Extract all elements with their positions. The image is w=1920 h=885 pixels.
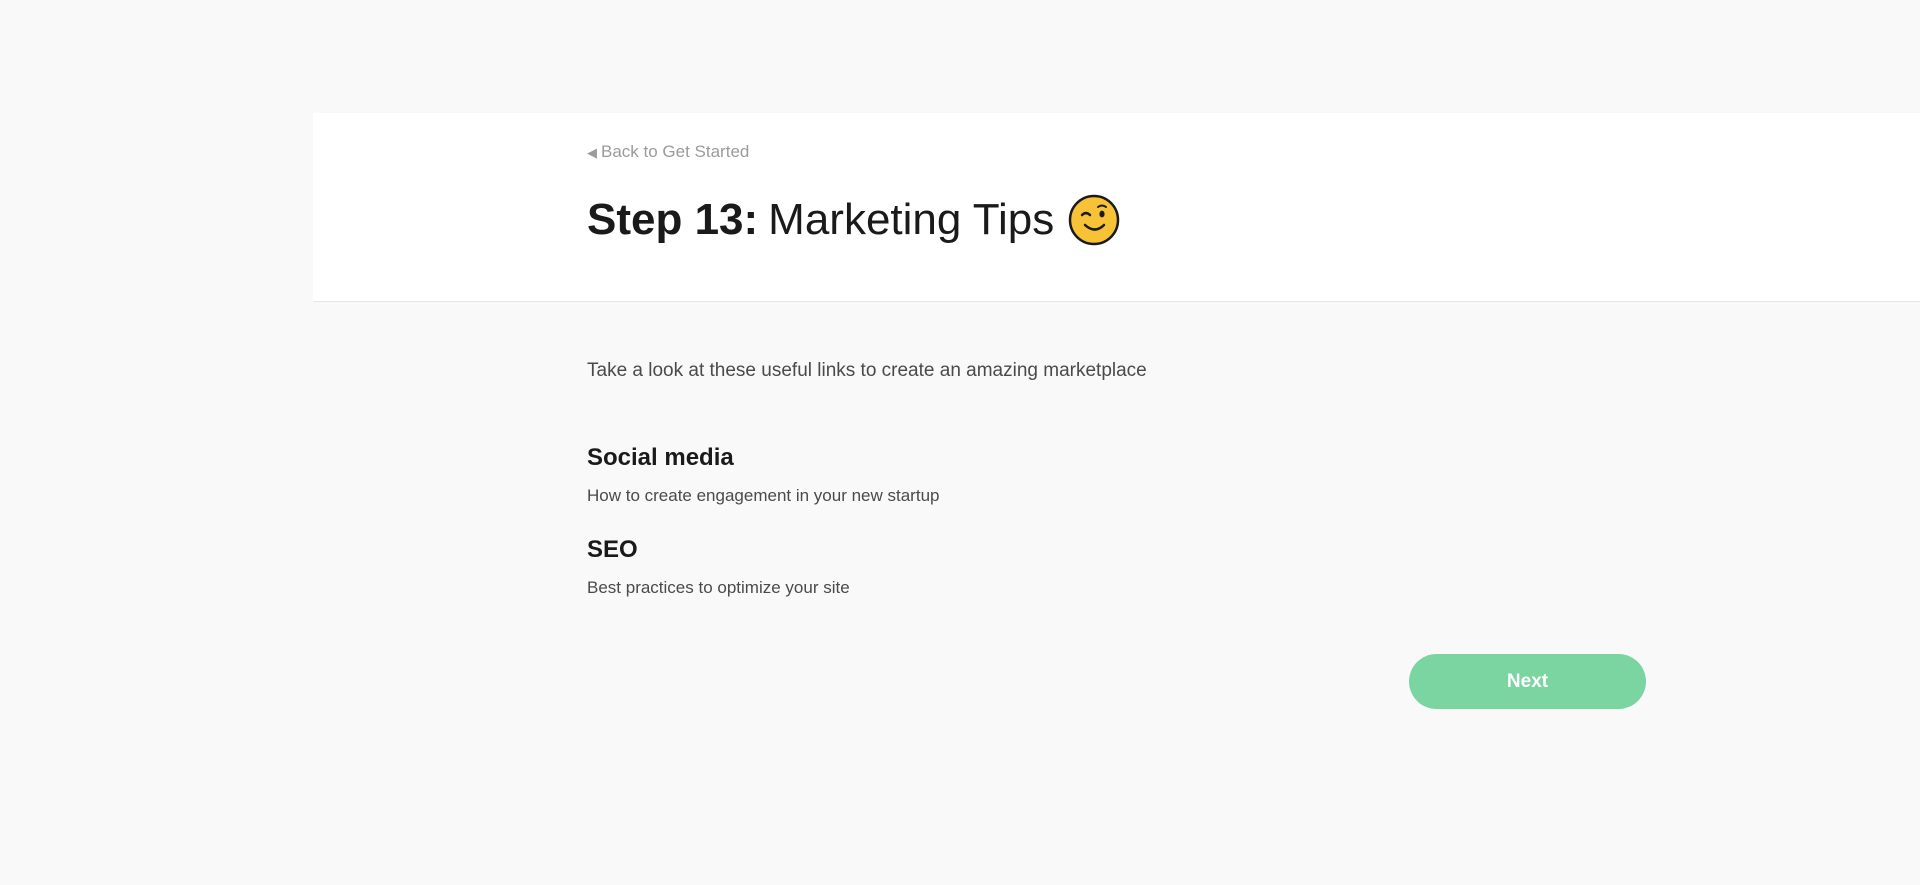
page-title: Step 13: Marketing Tips — [587, 190, 1120, 250]
back-to-get-started-link[interactable]: ◀ Back to Get Started — [587, 142, 749, 162]
intro-text: Take a look at these useful links to cre… — [587, 360, 1147, 381]
next-button[interactable]: Next — [1409, 654, 1646, 709]
tip-description: Best practices to optimize your site — [587, 578, 850, 597]
tip-description: How to create engagement in your new sta… — [587, 486, 940, 505]
back-link-label: Back to Get Started — [601, 142, 750, 161]
tip-title[interactable]: SEO — [587, 534, 850, 566]
back-arrow-icon: ◀ — [587, 144, 597, 160]
tip-title[interactable]: Social media — [587, 442, 939, 474]
tip-social-media[interactable]: Social media How to create engagement in… — [587, 442, 939, 508]
title-text: Marketing Tips — [768, 195, 1055, 244]
winking-face-icon — [1068, 194, 1120, 246]
title-step: Step 13: — [587, 195, 759, 244]
tip-seo[interactable]: SEO Best practices to optimize your site — [587, 534, 850, 600]
